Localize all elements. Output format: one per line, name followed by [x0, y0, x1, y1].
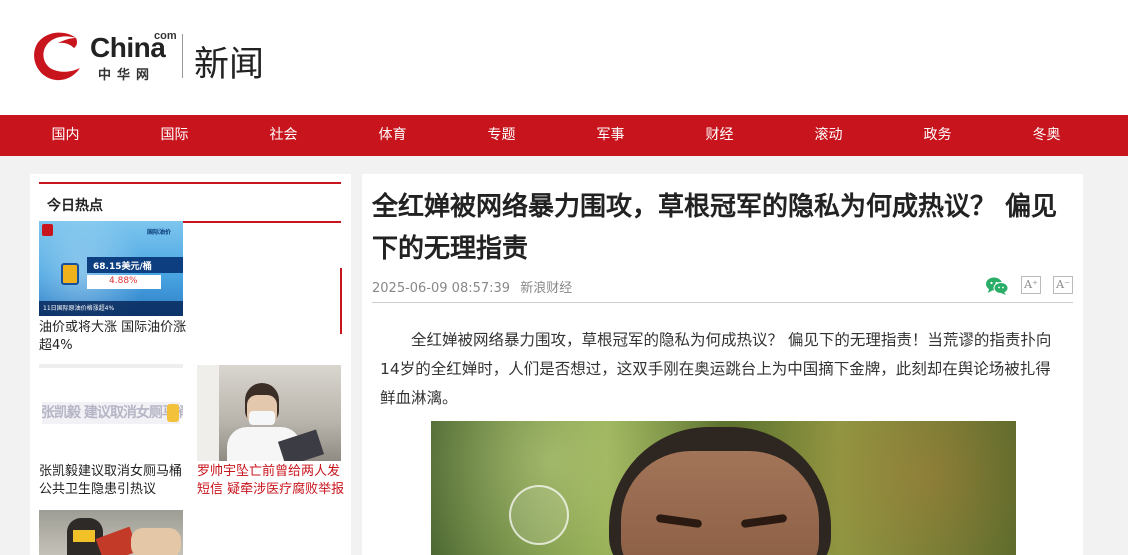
font-decrease-button[interactable]: A⁻	[1053, 276, 1073, 294]
nav-item-military[interactable]: 军事	[556, 115, 665, 156]
hot-news-image-4[interactable]	[39, 510, 183, 555]
nav-item-finance[interactable]: 财经	[665, 115, 774, 156]
main-nav: 国内 国际 社会 体育 专题 军事 财经 滚动 政务 冬奥	[0, 115, 1128, 156]
article-panel: 全红婵被网络暴力围攻，草根冠军的隐私为何成热议？ 偏见下的无理指责 2025-0…	[362, 174, 1083, 555]
hot-news-caption-1[interactable]: 油价或将大涨 国际油价涨超4%	[39, 319, 187, 355]
nav-item-sports[interactable]: 体育	[338, 115, 447, 156]
nav-item-society[interactable]: 社会	[229, 115, 338, 156]
nav-item-international[interactable]: 国际	[120, 115, 229, 156]
font-increase-button[interactable]: A⁺	[1021, 276, 1041, 294]
article-source[interactable]: 新浪财经	[520, 281, 572, 296]
site-header: China com 中华网 新闻	[0, 0, 1128, 115]
pause-icon	[167, 404, 179, 422]
oil-image-price: 68.15美元/桶	[93, 262, 152, 272]
hot-news-image-1[interactable]: 国际油价 68.15美元/桶 4.88% 11日国际原油价格涨超4%	[39, 221, 183, 316]
hot-news-image-3[interactable]	[197, 365, 341, 461]
logo-com: com	[154, 30, 177, 42]
oil-image-change: 4.88%	[109, 276, 138, 286]
nav-item-government[interactable]: 政务	[883, 115, 992, 156]
nav-item-winter-olympics[interactable]: 冬奥	[992, 115, 1101, 156]
article-tools: A⁺ A⁻	[983, 274, 1073, 296]
meta-divider	[372, 302, 1073, 303]
article-title: 全红婵被网络暴力围攻，草根冠军的隐私为何成热议？ 偏见下的无理指责	[372, 192, 1058, 264]
bokeh-circle	[509, 485, 569, 545]
hot-news-sidebar: 今日热点 国际油价 68.15美元/桶 4.88% 11日国际原油价格涨超4% …	[30, 174, 351, 555]
nav-item-special[interactable]: 专题	[447, 115, 556, 156]
logo-chinese-name: 中华网	[98, 68, 156, 83]
hot-news-image-2[interactable]: 张凯毅 建议取消女厕马桶	[39, 370, 183, 460]
china-com-logo[interactable]: China com 中华网	[30, 28, 177, 84]
logo-swirl-icon	[34, 32, 80, 81]
hot-news-caption-2[interactable]: 张凯毅建议取消女厕马桶 公共卫生隐患引热议	[39, 463, 189, 499]
nav-item-rolling[interactable]: 滚动	[774, 115, 883, 156]
nav-item-domestic[interactable]: 国内	[11, 115, 120, 156]
oil-image-tag: 国际油价	[147, 229, 172, 236]
section-name: 新闻	[194, 45, 265, 85]
article-datetime: 2025-06-09 08:57:39	[372, 281, 511, 296]
toilet-image-text: 张凯毅 建议取消女厕马桶	[41, 405, 183, 421]
article-photo[interactable]	[431, 421, 1016, 555]
wechat-icon[interactable]	[985, 276, 1009, 296]
hot-news-caption-3[interactable]: 罗帅宇坠亡前曾给两人发短信 疑牵涉医疗腐败举报	[197, 463, 347, 499]
article-paragraph: 全红婵被网络暴力围攻，草根冠军的隐私为何成热议？ 偏见下的无理指责！当荒谬的指责…	[380, 331, 1052, 407]
news-badge-icon	[42, 224, 53, 236]
item-divider	[39, 364, 183, 368]
hot-news-title: 今日热点	[47, 198, 103, 214]
red-accent-bar	[340, 268, 342, 334]
logo-divider	[182, 34, 183, 78]
article-meta: 2025-06-09 08:57:39 新浪财经	[372, 277, 578, 296]
oil-image-footer: 11日国际原油价格涨超4%	[43, 305, 115, 312]
hot-news-header: 今日热点	[39, 182, 341, 223]
oil-drop-icon	[61, 263, 79, 285]
